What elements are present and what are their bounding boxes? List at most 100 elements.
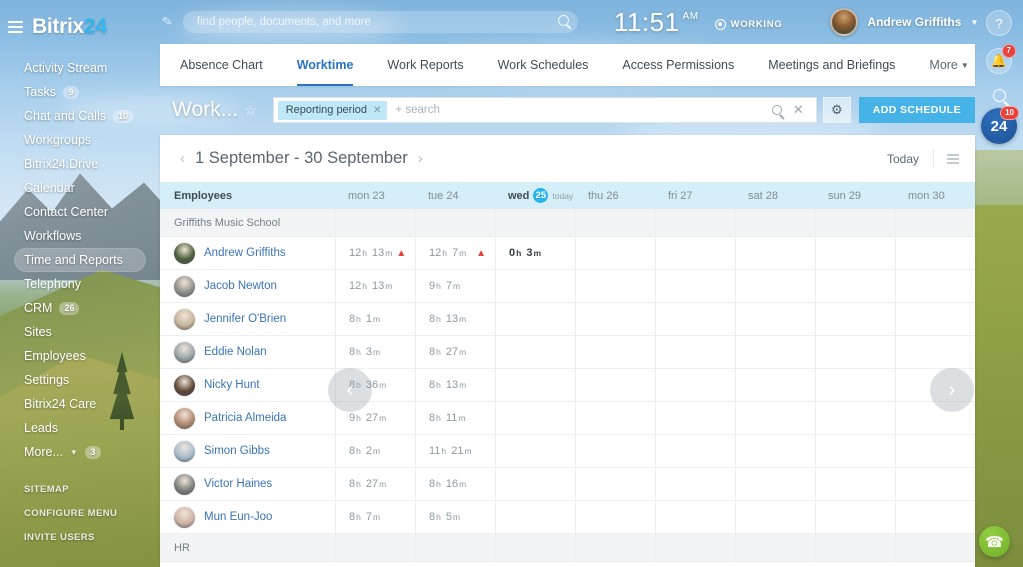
worktime-cell[interactable] — [495, 501, 575, 534]
worktime-cell[interactable] — [815, 501, 895, 534]
worktime-cell[interactable] — [895, 303, 975, 336]
sidebar-footer-configure-menu[interactable]: CONFIGURE MENU — [0, 502, 160, 526]
worktime-cell[interactable] — [895, 435, 975, 468]
column-header-day[interactable]: tue 24 — [415, 190, 495, 202]
table-row[interactable]: Victor Haines8h 27m8h 16m — [160, 468, 975, 501]
brand-logo[interactable]: Bitrix24 — [32, 15, 107, 39]
call-button[interactable]: ☎ — [979, 526, 1010, 557]
worktime-cell[interactable] — [815, 435, 895, 468]
column-header-day[interactable]: mon 23 — [335, 190, 415, 202]
sidebar-item-activity-stream[interactable]: Activity Stream — [0, 56, 160, 80]
add-schedule-button[interactable]: ADD SCHEDULE — [859, 97, 975, 123]
worktime-cell[interactable] — [655, 270, 735, 303]
filter-chip[interactable]: Reporting period ✕ — [278, 101, 388, 120]
worktime-cell[interactable] — [495, 435, 575, 468]
worktime-cell[interactable] — [575, 237, 655, 270]
worktime-cell[interactable] — [655, 468, 735, 501]
sidebar-item-bitrix24-drive[interactable]: Bitrix24.Drive — [0, 152, 160, 176]
worktime-cell[interactable] — [655, 501, 735, 534]
worktime-cell[interactable]: 8h 11m — [415, 402, 495, 435]
tab-worktime[interactable]: Worktime — [280, 44, 371, 86]
worktime-cell[interactable] — [495, 369, 575, 402]
worktime-cell[interactable] — [735, 468, 815, 501]
sidebar-footer-sitemap[interactable]: SITEMAP — [0, 478, 160, 502]
worktime-cell[interactable] — [575, 468, 655, 501]
rail-search-button[interactable] — [986, 82, 1012, 108]
employee-name[interactable]: Andrew Griffiths — [204, 247, 286, 259]
sidebar-item-tasks[interactable]: Tasks9 — [0, 80, 160, 104]
sidebar-item-more[interactable]: More...▼3 — [0, 440, 160, 464]
sidebar-footer-invite-users[interactable]: INVITE USERS — [0, 526, 160, 550]
worktime-cell[interactable]: 8h 13m — [415, 369, 495, 402]
worktime-cell[interactable]: 8h 16m — [415, 468, 495, 501]
tab-absence-chart[interactable]: Absence Chart — [163, 44, 280, 86]
worktime-cell[interactable] — [895, 336, 975, 369]
worktime-cell[interactable] — [735, 402, 815, 435]
table-row[interactable]: Jennifer O'Brien8h 1m8h 13m — [160, 303, 975, 336]
worktime-cell[interactable] — [655, 402, 735, 435]
worktime-cell[interactable]: 8h 1m — [335, 303, 415, 336]
worktime-cell[interactable] — [655, 303, 735, 336]
filter-search-input[interactable] — [395, 104, 771, 116]
worktime-cell[interactable] — [735, 237, 815, 270]
worktime-cell[interactable] — [895, 468, 975, 501]
department-group-row[interactable]: Griffiths Music School — [160, 209, 975, 237]
search-icon[interactable] — [772, 105, 782, 115]
menu-toggle-icon[interactable] — [8, 21, 23, 33]
help-button[interactable]: ? — [986, 10, 1012, 36]
worktime-cell[interactable]: 0h 3m — [495, 237, 575, 270]
table-row[interactable]: Patricia Almeida9h 27m8h 11m — [160, 402, 975, 435]
worktime-cell[interactable] — [735, 501, 815, 534]
table-row[interactable]: Andrew Griffiths 12h 13m▲12h 7m▲0h 3m — [160, 237, 975, 270]
next-period-button[interactable]: › — [414, 150, 427, 167]
worktime-cell[interactable]: 12h 7m▲ — [415, 237, 495, 270]
worktime-cell[interactable] — [735, 369, 815, 402]
page-title[interactable]: Work... — [172, 98, 238, 122]
list-view-icon[interactable] — [934, 154, 959, 164]
table-row[interactable]: Nicky Hunt8h 36m8h 13m — [160, 369, 975, 402]
warning-icon[interactable]: ▲ — [396, 248, 406, 259]
employee-name[interactable]: Nicky Hunt — [204, 379, 260, 391]
worktime-cell[interactable] — [575, 369, 655, 402]
worktime-cell[interactable] — [815, 402, 895, 435]
worktime-cell[interactable] — [655, 435, 735, 468]
sidebar-item-bitrix24-care[interactable]: Bitrix24 Care — [0, 392, 160, 416]
worktime-cell[interactable] — [495, 468, 575, 501]
column-header-day[interactable]: sat 28 — [735, 190, 815, 202]
global-search[interactable] — [183, 11, 578, 33]
favorite-star-icon[interactable]: ☆ — [244, 102, 257, 119]
sidebar-item-employees[interactable]: Employees — [0, 344, 160, 368]
table-row[interactable]: Simon Gibbs8h 2m11h 21m — [160, 435, 975, 468]
worktime-cell[interactable] — [655, 336, 735, 369]
worktime-cell[interactable] — [575, 270, 655, 303]
column-header-day[interactable]: fri 27 — [655, 190, 735, 202]
worktime-cell[interactable]: 12h 13m▲ — [335, 237, 415, 270]
tab-meetings-and-briefings[interactable]: Meetings and Briefings — [751, 44, 912, 86]
sidebar-item-settings[interactable]: Settings — [0, 368, 160, 392]
worktime-cell[interactable]: 12h 13m — [335, 270, 415, 303]
worktime-cell[interactable] — [735, 270, 815, 303]
worktime-cell[interactable]: 8h 7m — [335, 501, 415, 534]
filter-bar[interactable]: Reporting period ✕ ✕ — [273, 97, 817, 123]
tab-access-permissions[interactable]: Access Permissions — [605, 44, 751, 86]
sidebar-item-workflows[interactable]: Workflows — [0, 224, 160, 248]
worktime-cell[interactable] — [495, 270, 575, 303]
filter-settings-button[interactable]: ⚙ — [823, 97, 851, 123]
employee-name[interactable]: Jennifer O'Brien — [204, 313, 286, 325]
worktime-cell[interactable] — [815, 237, 895, 270]
scroll-right-button[interactable]: › — [930, 368, 974, 412]
worktime-cell[interactable]: 9h 7m — [415, 270, 495, 303]
worktime-cell[interactable]: 8h 27m — [415, 336, 495, 369]
sidebar-item-sites[interactable]: Sites — [0, 320, 160, 344]
worktime-cell[interactable]: 8h 5m — [415, 501, 495, 534]
worktime-cell[interactable]: 8h 27m — [335, 468, 415, 501]
sidebar-item-leads[interactable]: Leads — [0, 416, 160, 440]
worktime-cell[interactable] — [575, 402, 655, 435]
column-header-day[interactable]: wed25today — [495, 188, 575, 203]
worktime-cell[interactable] — [895, 270, 975, 303]
notifications-button[interactable]: 🔔 7 — [986, 48, 1012, 74]
table-row[interactable]: Eddie Nolan8h 3m8h 27m — [160, 336, 975, 369]
worktime-cell[interactable]: 8h 2m — [335, 435, 415, 468]
employee-name[interactable]: Simon Gibbs — [204, 445, 270, 457]
sidebar-item-time-and-reports[interactable]: Time and Reports — [14, 248, 146, 272]
